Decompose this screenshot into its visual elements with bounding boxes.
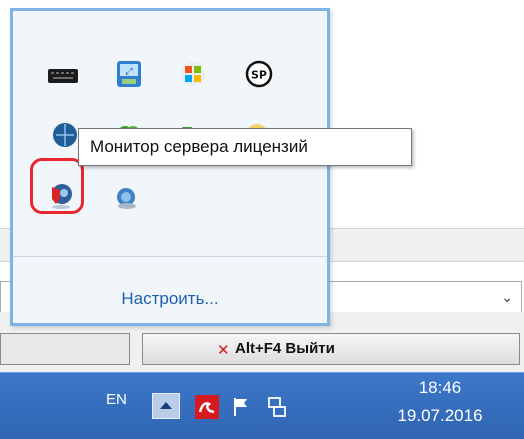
show-hidden-icons-button[interactable] (152, 393, 180, 419)
svg-text:SP: SP (251, 69, 267, 82)
selection-highlight-ring (30, 158, 84, 214)
svg-text:⤢: ⤢ (124, 67, 132, 77)
avira-icon[interactable] (194, 394, 220, 420)
action-center-flag-icon[interactable] (228, 394, 254, 420)
background-left-button[interactable] (0, 333, 130, 365)
tooltip: Монитор сервера лицензий (78, 128, 412, 166)
exit-button[interactable]: ✕ Alt+F4 Выйти (142, 333, 520, 365)
sp-app-icon[interactable]: SP (241, 56, 277, 92)
chevron-down-icon[interactable]: ⌄ (501, 289, 513, 306)
keyboard-app-icon[interactable] (45, 58, 81, 94)
customize-link[interactable]: Настроить... (13, 289, 327, 309)
windows-update-icon[interactable] (175, 56, 211, 92)
clock-time[interactable]: 18:46 (400, 378, 480, 398)
globe-gear-icon[interactable] (109, 180, 145, 216)
exit-button-label: Alt+F4 Выйти (235, 340, 335, 357)
chevron-up-icon (160, 402, 172, 409)
network-icon[interactable] (264, 394, 290, 420)
clock-date[interactable]: 19.07.2016 (384, 406, 496, 426)
flyout-divider (13, 256, 327, 257)
network-monitor-app-icon[interactable]: ⤢ (111, 56, 147, 92)
language-indicator[interactable]: EN (106, 391, 127, 408)
exit-x-icon: ✕ (217, 342, 230, 359)
